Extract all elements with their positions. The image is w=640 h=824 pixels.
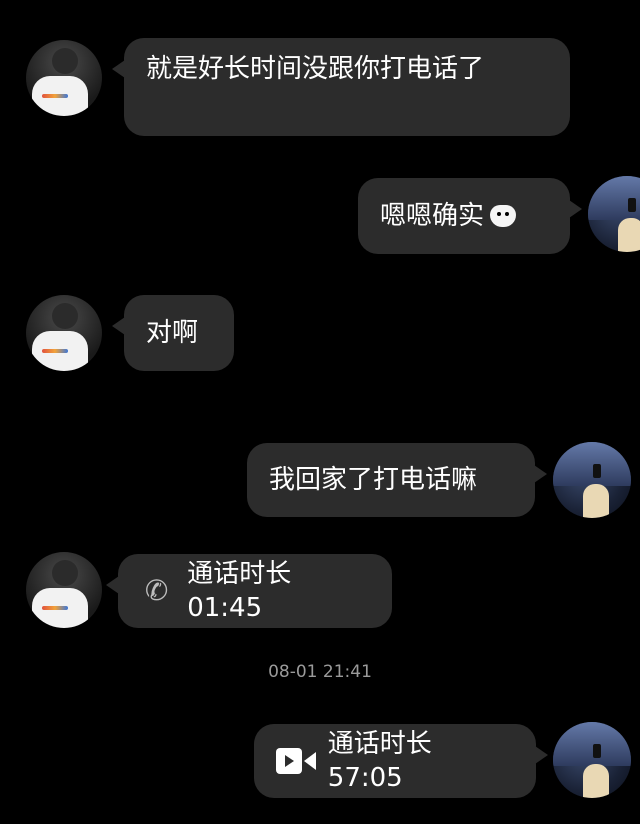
avatar-sky: [553, 442, 631, 486]
my-avatar[interactable]: [553, 722, 631, 798]
message-bubble[interactable]: 对啊: [112, 295, 234, 371]
bear-face-emoji-icon: [490, 205, 517, 227]
phone-icon: ✆: [144, 574, 169, 607]
avatar-stripe: [42, 606, 68, 610]
video-call-record[interactable]: 通话时长 57:05: [254, 724, 548, 798]
avatar-head: [52, 560, 78, 586]
voice-call-record[interactable]: ✆ 通话时长 01:45: [106, 554, 392, 628]
contact-avatar[interactable]: [26, 295, 102, 371]
message-bubble[interactable]: 就是好长时间没跟你打电话了: [112, 38, 570, 136]
video-camera-icon: [276, 748, 316, 774]
my-avatar[interactable]: [553, 442, 631, 518]
message-bubble[interactable]: 嗯嗯确实: [358, 178, 582, 254]
avatar-figure: [583, 484, 609, 518]
avatar-figure: [583, 764, 609, 798]
message-text: 就是好长时间没跟你打电话了: [146, 54, 485, 84]
message-text: 我回家了打电话嘛: [269, 465, 478, 495]
contact-avatar[interactable]: [26, 40, 102, 116]
contact-avatar[interactable]: [26, 552, 102, 628]
message-timestamp: 08-01 21:41: [268, 662, 372, 682]
avatar-head: [52, 48, 78, 74]
message-text: 对啊: [146, 318, 199, 348]
avatar-sky: [553, 722, 631, 766]
avatar-stripe: [42, 94, 68, 98]
avatar-phone: [593, 744, 601, 758]
avatar-figure: [618, 218, 640, 252]
avatar-stripe: [42, 349, 68, 353]
video-camera-lens: [303, 752, 316, 770]
video-camera-body: [276, 748, 302, 774]
message-bubble[interactable]: 我回家了打电话嘛: [247, 443, 547, 517]
avatar-phone: [628, 198, 636, 212]
my-avatar[interactable]: [588, 176, 640, 252]
call-duration-label: 通话时长 57:05: [327, 729, 432, 793]
avatar-head: [52, 303, 78, 329]
call-duration-label: 通话时长 01:45: [187, 559, 292, 623]
avatar-phone: [593, 464, 601, 478]
message-text: 嗯嗯确实: [380, 201, 485, 231]
